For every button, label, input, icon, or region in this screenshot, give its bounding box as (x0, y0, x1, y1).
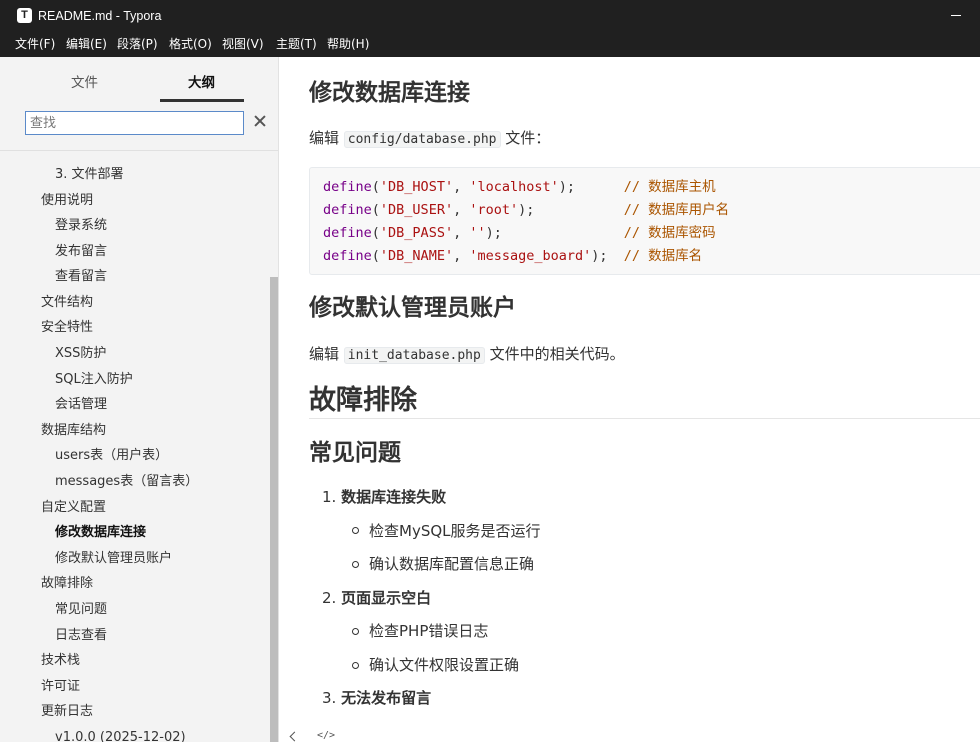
menu-help[interactable]: 帮助(H) (327, 37, 369, 52)
outline-item[interactable]: v1.0.0 (2025-12-02) (55, 729, 186, 742)
menu-theme[interactable]: 主题(T) (276, 37, 317, 52)
bullet-icon (352, 628, 359, 635)
source-code-toggle[interactable]: </> (317, 730, 335, 742)
list-item: 检查MySQL服务是否运行 (369, 522, 541, 540)
chevron-left-icon[interactable] (289, 731, 300, 742)
outline-item[interactable]: SQL注入防护 (55, 371, 133, 388)
outline-item[interactable]: 数据库结构 (41, 422, 106, 439)
menu-bar: 文件(F) 编辑(E) 段落(P) 格式(O) 视图(V) 主题(T) 帮助(H… (0, 32, 980, 57)
outline-item[interactable]: 故障排除 (41, 575, 93, 592)
tab-files[interactable]: 文件 (71, 74, 98, 92)
code-block[interactable]: define('DB_HOST', 'localhost'); // 数据库主机… (309, 167, 980, 275)
bullet-icon (352, 662, 359, 669)
outline-search-input[interactable] (25, 111, 244, 135)
menu-edit[interactable]: 编辑(E) (66, 37, 107, 52)
list-item: 确认文件权限设置正确 (369, 656, 520, 674)
heading-admin-account: 修改默认管理员账户 (309, 295, 516, 321)
active-tab-indicator (160, 99, 244, 102)
sidebar: 文件 大纲 3. 文件部署 使用说明 登录系统 发布留言 查看留言 文件结构 安… (0, 57, 279, 742)
list-item: 确认数据库配置信息正确 (369, 555, 535, 573)
list-item: 检查PHP错误日志 (369, 622, 489, 640)
outline-item[interactable]: 发布留言 (55, 243, 107, 260)
inline-code: init_database.php (343, 347, 485, 364)
heading-troubleshooting: 故障排除 (309, 385, 417, 416)
sidebar-divider (0, 150, 278, 151)
menu-file[interactable]: 文件(F) (15, 37, 55, 52)
outline-item[interactable]: 自定义配置 (41, 499, 106, 516)
outline-item[interactable]: 日志查看 (55, 627, 107, 644)
code-line: define('DB_USER', 'root'); // 数据库用户名 (323, 202, 730, 218)
list-item: 1. 数据库连接失败 (322, 488, 447, 506)
close-icon[interactable] (252, 113, 268, 129)
typora-app-icon: T (17, 8, 32, 23)
menu-format[interactable]: 格式(O) (169, 37, 212, 52)
list-item: 3. 无法发布留言 (322, 689, 432, 707)
bullet-icon (352, 561, 359, 568)
outline-item[interactable]: 查看留言 (55, 268, 107, 285)
paragraph-db-config: 编辑 config/database.php 文件： (309, 129, 551, 148)
heading-faq: 常见问题 (309, 440, 401, 466)
heading-db-connection: 修改数据库连接 (309, 80, 470, 106)
code-line: define('DB_PASS', ''); // 数据库密码 (323, 225, 716, 241)
outline-item[interactable]: 使用说明 (41, 192, 93, 209)
outline-item[interactable]: 许可证 (41, 678, 80, 695)
tab-outline[interactable]: 大纲 (188, 74, 215, 92)
sidebar-scrollbar-thumb[interactable] (270, 277, 278, 742)
outline-item[interactable]: 更新日志 (41, 703, 93, 720)
outline-item-active[interactable]: 修改数据库连接 (55, 524, 146, 541)
title-bar: T README.md - Typora (0, 0, 980, 32)
outline-item[interactable]: messages表（留言表） (55, 473, 198, 490)
outline-item[interactable]: 技术栈 (41, 652, 80, 669)
outline-item[interactable]: 登录系统 (55, 217, 107, 234)
bullet-icon (352, 527, 359, 534)
paragraph-admin-config: 编辑 init_database.php 文件中的相关代码。 (309, 345, 625, 364)
outline-item[interactable]: 修改默认管理员账户 (55, 550, 172, 567)
outline-item[interactable]: 3. 文件部署 (55, 166, 124, 183)
editor-content[interactable]: 修改数据库连接 编辑 config/database.php 文件： defin… (280, 57, 980, 742)
outline-item[interactable]: 安全特性 (41, 319, 93, 336)
list-item: 2. 页面显示空白 (322, 589, 432, 607)
inline-code: config/database.php (343, 131, 501, 148)
outline-item[interactable]: 会话管理 (55, 396, 107, 413)
menu-paragraph[interactable]: 段落(P) (117, 37, 158, 52)
heading-divider (309, 418, 980, 419)
code-line: define('DB_NAME', 'message_board'); // 数… (323, 248, 703, 264)
outline-item[interactable]: users表（用户表） (55, 447, 168, 464)
menu-view[interactable]: 视图(V) (222, 37, 264, 52)
outline-item[interactable]: 文件结构 (41, 294, 93, 311)
code-line: define('DB_HOST', 'localhost'); // 数据库主机 (323, 179, 716, 195)
outline-item[interactable]: 常见问题 (55, 601, 107, 618)
minimize-icon[interactable] (948, 8, 964, 24)
status-bar: </> (280, 730, 980, 742)
outline-item[interactable]: XSS防护 (55, 345, 106, 362)
window-title: README.md - Typora (38, 9, 162, 23)
